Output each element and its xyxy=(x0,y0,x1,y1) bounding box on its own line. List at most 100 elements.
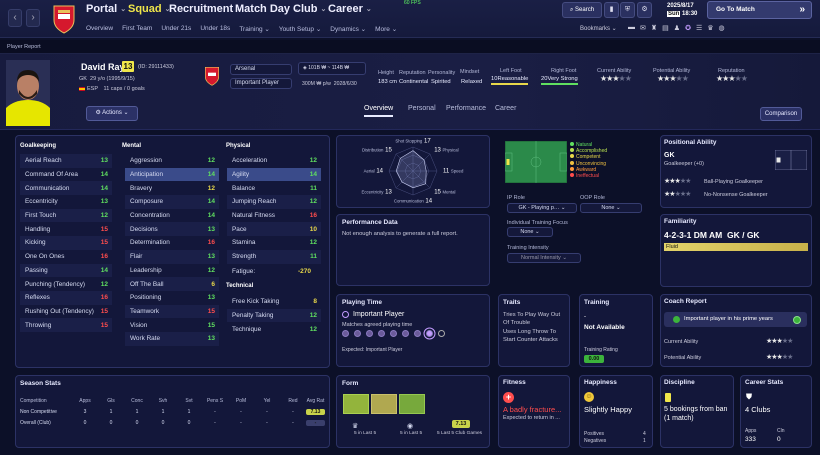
attr-row-positioning[interactable]: Positioning 13 xyxy=(125,291,219,305)
attr-row-one-on-ones[interactable]: One On Ones 16 xyxy=(20,250,112,264)
menu-club[interactable]: Club ⌄ xyxy=(293,3,326,15)
clipboard-icon[interactable]: ▤ xyxy=(662,24,669,32)
sub-first-team[interactable]: First Team xyxy=(122,25,152,33)
forward-button[interactable]: › xyxy=(26,9,40,27)
oop-role-select[interactable]: None ⌄ xyxy=(580,203,642,213)
physical-attributes: Acceleration 12 Agility 14 Balance 11 Jumping … xyxy=(227,154,321,264)
attr-row-pace[interactable]: Pace 10 xyxy=(227,222,321,237)
season-cell: - xyxy=(266,419,268,426)
menu-portal[interactable]: Portal ⌄ xyxy=(86,3,126,15)
search-button[interactable]: ⌕ Search xyxy=(562,2,602,18)
fitness-status[interactable]: A badly fracture... xyxy=(503,405,561,414)
badge-icon[interactable]: ✪ xyxy=(685,24,691,32)
sub-under-18s[interactable]: Under 18s xyxy=(200,25,230,33)
attr-row-free-kick-taking[interactable]: Free Kick Taking 8 xyxy=(227,295,321,309)
attr-row-leadership[interactable]: Leadership 12 xyxy=(125,264,219,278)
mail-icon[interactable]: ✉ xyxy=(640,24,646,32)
attr-row-jumping-reach[interactable]: Jumping Reach 12 xyxy=(227,195,321,209)
comparison-button[interactable]: Comparison xyxy=(760,107,802,121)
attr-row-kicking[interactable]: Kicking 15 xyxy=(20,236,112,250)
attr-row-composure[interactable]: Composure 14 xyxy=(125,195,219,209)
attr-row-concentration[interactable]: Concentration 14 xyxy=(125,209,219,223)
playing-time-dot[interactable] xyxy=(342,330,349,337)
training-intensity-select[interactable]: Normal Intensity ⌄ xyxy=(507,253,581,263)
technical-title: Technical xyxy=(226,283,254,289)
ball-playing-gk-label: Ball-Playing Goalkeeper xyxy=(704,179,764,185)
club-name[interactable]: Arsenal xyxy=(230,64,292,75)
playing-time-dot[interactable] xyxy=(366,330,373,337)
globe-icon[interactable]: ◍ xyxy=(719,24,725,32)
actions-button[interactable]: ⚙ Actions ⌄ xyxy=(86,106,138,121)
sub-overview[interactable]: Overview xyxy=(86,25,113,33)
go-to-match-button[interactable]: Go To Match» xyxy=(707,1,812,19)
playing-time-dot[interactable] xyxy=(426,330,433,337)
attr-row-aerial-reach[interactable]: Aerial Reach 13 xyxy=(20,154,112,168)
bookmarks-menu[interactable]: Bookmarks ⌄ xyxy=(580,25,617,32)
tab-career[interactable]: Career xyxy=(495,105,516,112)
ip-role-select[interactable]: GK - Playing p… ⌄ xyxy=(507,203,577,213)
attr-row-agility[interactable]: Agility 14 xyxy=(227,167,321,182)
news-icon[interactable]: ☰ xyxy=(696,24,702,32)
attr-row-natural-fitness[interactable]: Natural Fitness 16 xyxy=(227,209,321,223)
club-crest-icon[interactable] xyxy=(204,66,220,86)
chat-icon[interactable]: ▬ xyxy=(628,24,635,32)
menu-career[interactable]: Career ⌄ xyxy=(328,3,372,15)
gear-icon[interactable]: ⚙ xyxy=(637,2,652,18)
playing-time-dot[interactable] xyxy=(390,330,397,337)
tab-personal[interactable]: Personal xyxy=(408,105,436,112)
attr-row-determination[interactable]: Determination 16 xyxy=(125,236,219,250)
positional-ability-sub: Goalkeeper (+0) xyxy=(664,161,704,167)
attr-row-rushing-out-tendency[interactable]: Rushing Out (Tendency) 15 xyxy=(20,305,112,319)
attr-row-work-rate[interactable]: Work Rate 13 xyxy=(125,331,219,346)
attr-row-technique[interactable]: Technique 12 xyxy=(227,322,321,336)
notes-icon[interactable]: ▮ xyxy=(604,2,619,18)
attr-row-decisions[interactable]: Decisions 13 xyxy=(125,222,219,237)
playing-time-dot[interactable] xyxy=(402,330,409,337)
attr-row-command-of-area[interactable]: Command Of Area 14 xyxy=(20,168,112,182)
attr-row-bravery[interactable]: Bravery 12 xyxy=(125,181,219,195)
attr-row-passing[interactable]: Passing 14 xyxy=(20,263,112,278)
attr-row-anticipation[interactable]: Anticipation 14 xyxy=(125,167,219,182)
tab-overview[interactable]: Overview xyxy=(364,105,394,117)
attr-row-first-touch[interactable]: First Touch 12 xyxy=(20,208,112,223)
attr-row-communication[interactable]: Communication 14 xyxy=(20,181,112,196)
attr-row-throwing[interactable]: Throwing 15 xyxy=(20,318,112,332)
attr-row-stamina[interactable]: Stamina 12 xyxy=(227,236,321,250)
kit-icon[interactable]: ♜ xyxy=(651,24,657,32)
people-icon[interactable]: ♟ xyxy=(674,24,680,32)
menu-squad[interactable]: Squad ⌄ xyxy=(128,3,171,15)
tab-performance[interactable]: Performance xyxy=(446,105,486,112)
training-focus-select[interactable]: None ⌄ xyxy=(507,227,553,237)
happiness-positives-label: Positives xyxy=(584,431,605,437)
playing-time-dot[interactable] xyxy=(378,330,385,337)
menu-match-day[interactable]: Match Day ⌄ xyxy=(235,3,299,15)
shield-icon[interactable]: ⛨ xyxy=(620,2,635,18)
sub-training[interactable]: Training ⌄ xyxy=(239,25,270,33)
training-focus-label: Individual Training Focus xyxy=(507,220,568,226)
attr-row-vision[interactable]: Vision 15 xyxy=(125,318,219,332)
sub-under-21s[interactable]: Under 21s xyxy=(161,25,191,33)
attr-row-aggression[interactable]: Aggression 12 xyxy=(125,154,219,168)
attr-value: 12 xyxy=(207,184,215,192)
sub-more[interactable]: More ⌄ xyxy=(375,25,397,33)
attr-row-eccentricity[interactable]: Eccentricity 13 xyxy=(20,195,112,209)
trophy-icon[interactable]: ♛ xyxy=(707,24,713,32)
attr-row-reflexes[interactable]: Reflexes 16 xyxy=(20,290,112,305)
sub-youth-setup[interactable]: Youth Setup ⌄ xyxy=(279,25,321,33)
attr-row-off-the-ball[interactable]: Off The Ball 6 xyxy=(125,277,219,291)
attr-row-balance[interactable]: Balance 11 xyxy=(227,181,321,195)
sub-dynamics[interactable]: Dynamics ⌄ xyxy=(330,25,366,33)
attr-row-punching-tendency[interactable]: Punching (Tendency) 12 xyxy=(20,277,112,291)
attr-row-strength[interactable]: Strength 11 xyxy=(227,249,321,264)
attr-row-flair[interactable]: Flair 13 xyxy=(125,249,219,264)
attr-row-acceleration[interactable]: Acceleration 12 xyxy=(227,154,321,168)
playing-time-dot[interactable] xyxy=(438,330,445,337)
attr-row-handling[interactable]: Handling 15 xyxy=(20,222,112,236)
playing-time-dot[interactable] xyxy=(354,330,361,337)
playing-time-dot[interactable] xyxy=(414,330,421,337)
attr-row-penalty-taking[interactable]: Penalty Taking 12 xyxy=(227,308,321,323)
menu-recruitment[interactable]: Recruitment ⌄ xyxy=(169,3,242,15)
back-button[interactable]: ‹ xyxy=(8,9,22,27)
attr-row-teamwork[interactable]: Teamwork 15 xyxy=(125,304,219,319)
arsenal-crest-icon[interactable] xyxy=(52,4,76,34)
